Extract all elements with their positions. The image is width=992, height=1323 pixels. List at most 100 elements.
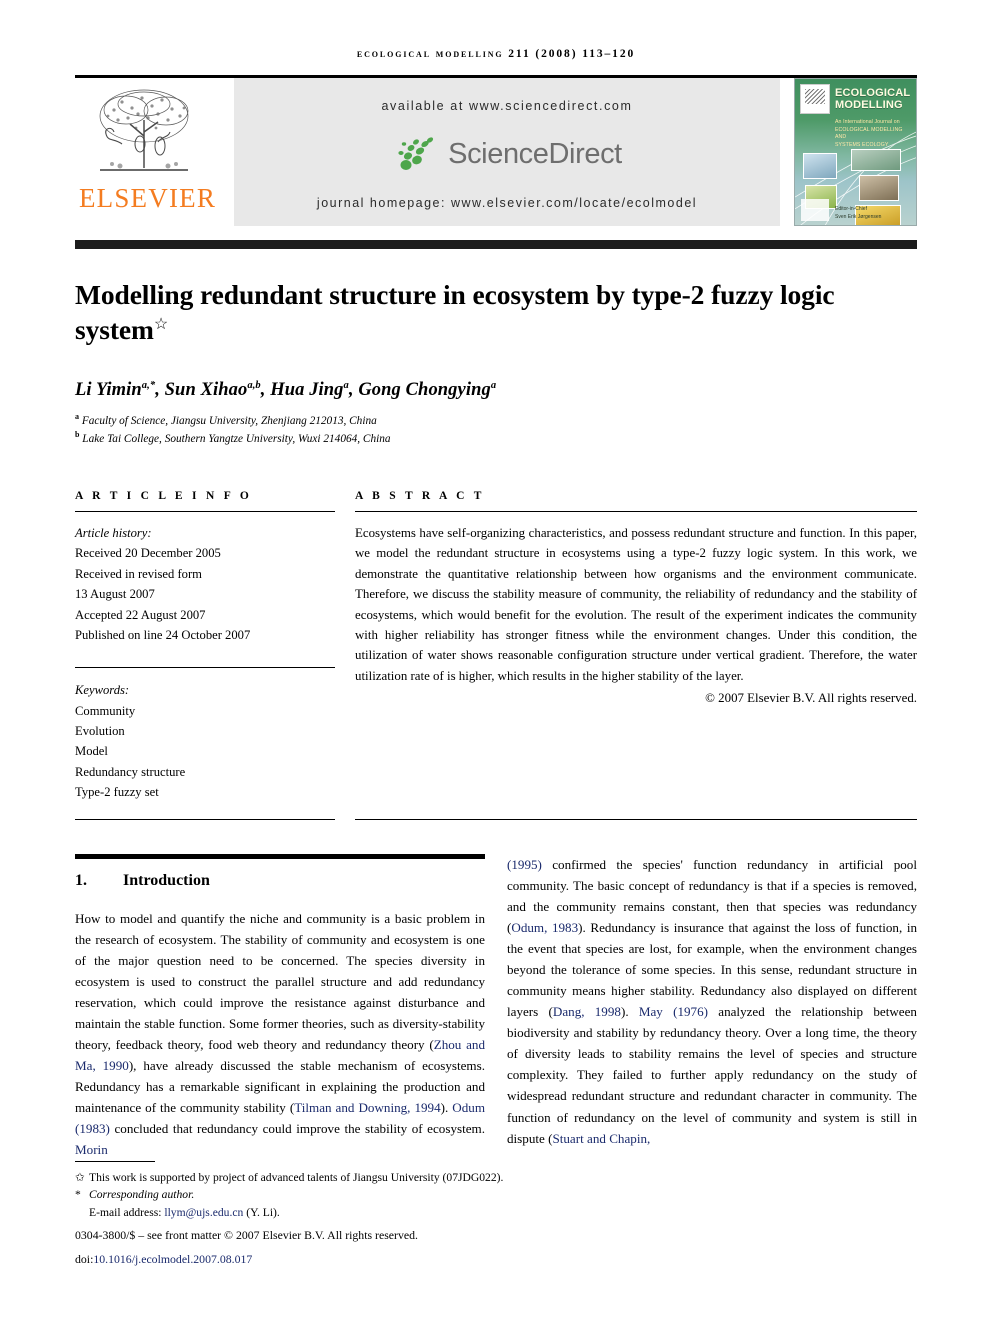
info-closing-rule [75,818,335,820]
footnote-rule [75,1160,155,1162]
keyword-3: Redundancy structure [75,764,186,779]
affiliation-b-text: Lake Tai College, Southern Yangtze Unive… [82,433,391,445]
sciencedirect-wordmark: ScienceDirect [448,138,622,170]
affiliation-a-text: Faculty of Science, Jiangsu University, … [81,414,377,427]
history-item-2: 13 August 2007 [75,587,155,602]
article-history: Article history: Received 20 December 20… [75,523,335,645]
article-info-heading: A R T I C L E I N F O [75,489,253,502]
masthead: ELSEVIER available at www.sciencedirect.… [75,78,917,226]
footnotes-block: ✩ This work is supported by project of ad… [75,1160,503,1268]
sciencedirect-band: available at www.sciencedirect.com Scien… [234,78,780,226]
citation-stuart-chapin[interactable]: Stuart and Chapin, [552,1131,650,1146]
article-info-divider [75,510,335,512]
citation-zhou-ma[interactable]: Zhou and Ma, 1990 [75,1037,485,1073]
keywords-block: Keywords: Community Evolution Model Redu… [75,680,335,802]
page-title: Modelling redundant structure in ecosyst… [75,277,917,347]
cover-editor-label: Editor-in-Chief [835,206,867,212]
affiliation-b: b Lake Tai College, Southern Yangtze Uni… [75,429,917,448]
abstract-text: Ecosystems have self-organizing characte… [355,525,917,683]
citation-may[interactable]: May (1976) [639,1004,708,1019]
footnote-funding-text: This work is supported by project of adv… [89,1170,504,1184]
article-page: Ecological Modelling 211 (2008) 113–120 [0,0,992,1323]
issn-line: 0304-3800/$ – see front matter © 2007 El… [75,1228,418,1243]
keyword-4: Type-2 fuzzy set [75,785,159,800]
history-item-0: Received 20 December 2005 [75,546,221,561]
cover-society-mark [801,199,829,221]
email-link[interactable]: llym@ujs.edu.cn [164,1206,243,1219]
title-text: Modelling redundant structure in ecosyst… [75,279,835,346]
section-heading: 1. Introduction [75,872,485,890]
info-abstract-block: A R T I C L E I N F O Article history: R… [75,490,917,803]
author-3-sup: a [343,380,349,392]
cover-footer: Editor-in-Chief Sven Erik Jørgensen [801,199,910,221]
footnote-corresponding-marker: * [75,1188,81,1202]
author-4: Gong Chongying [358,380,491,401]
elsevier-logo: ELSEVIER [75,78,220,226]
citation-morin-year[interactable]: (1995) [507,857,542,872]
cover-photo-4 [859,175,899,201]
elsevier-wordmark: ELSEVIER [78,183,217,213]
block-closing-rules [75,818,917,820]
cover-photo-2 [851,149,901,171]
abstract-divider [355,510,917,512]
sciencedirect-leaf-icon [398,136,434,170]
history-item-3: Accepted 22 August 2007 [75,607,206,622]
body-left-column: 1. Introduction How to model and quantif… [75,853,486,1161]
keyword-1: Evolution [75,724,125,739]
section-title: Introduction [123,871,210,889]
sciencedirect-logo: ScienceDirect [392,135,622,175]
abstract-closing-rule [355,818,917,820]
email-label: E-mail address: [89,1205,162,1219]
footnote-email: E-mail address: llym@ujs.edu.cn (Y. Li). [75,1204,485,1222]
doi-line: doi:10.1016/j.ecolmodel.2007.08.017 [75,1250,485,1268]
running-head: Ecological Modelling 211 (2008) 113–120 [356,48,636,60]
history-item-1: Received in revised form [75,566,202,581]
title-footnote-marker: ☆ [153,316,169,334]
article-history-label: Article history: [75,525,152,540]
section-rule [75,853,485,859]
footnote-corresponding-text: Corresponding author. [89,1188,195,1202]
affiliation-a-mark: a [75,411,79,421]
journal-cover-image: ECOLOGICAL MODELLING An International Jo… [794,78,917,226]
citation-morin[interactable]: Morin [75,1142,108,1157]
keywords-divider [75,667,335,669]
affiliation-b-mark: b [75,430,80,440]
affiliations: a Faculty of Science, Jiangsu University… [75,411,917,448]
section-number: 1. [75,871,87,889]
body-right-column: (1995) confirmed the species' function r… [507,854,917,1161]
masthead-bottom-rule [75,240,917,249]
intro-paragraph-right: (1995) confirmed the species' function r… [507,856,917,1146]
doi-label: doi: [75,1251,94,1266]
cover-photo-1 [803,153,837,179]
journal-homepage-text: journal homepage: www.elsevier.com/locat… [316,196,698,210]
abstract-copyright: © 2007 Elsevier B.V. All rights reserved… [705,691,917,706]
keyword-0: Community [75,703,136,718]
author-list: Li Yimina,*, Sun Xihaoa,b, Hua Jinga, Go… [75,380,497,401]
author-4-sup: a [490,380,497,392]
affiliation-a: a Faculty of Science, Jiangsu University… [75,411,917,430]
elsevier-tree-icon [99,89,188,171]
abstract-column: A B S T R A C T Ecosystems have self-org… [355,490,917,803]
body-columns: 1. Introduction How to model and quantif… [75,853,917,1161]
keywords-label: Keywords: [75,683,130,698]
author-1-sup: a,* [141,380,156,392]
citation-tilman-downing[interactable]: Tilman and Downing, 1994 [294,1100,440,1115]
author-2: Sun Xihao [164,380,248,401]
abstract-heading: A B S T R A C T [355,489,485,502]
keyword-2: Model [75,744,108,759]
article-info-column: A R T I C L E I N F O Article history: R… [75,490,335,803]
available-at-text: available at www.sciencedirect.com [381,99,633,113]
footnote-corresponding: * Corresponding author. [75,1186,485,1204]
footnote-funding: ✩ This work is supported by project of ad… [75,1169,503,1187]
author-3: Hua Jing [270,380,344,401]
history-item-4: Published on line 24 October 2007 [75,627,251,642]
intro-paragraph-left: How to model and quantify the niche and … [75,910,486,1158]
citation-dang[interactable]: Dang, 1998 [553,1004,621,1019]
citation-odum-1983b[interactable]: Odum, 1983 [511,920,578,935]
cover-editor-name: Sven Erik Jørgensen [835,213,882,220]
author-2-sup: a,b [247,380,261,392]
doi-link[interactable]: 10.1016/j.ecolmodel.2007.08.017 [93,1252,252,1266]
footnote-funding-marker: ✩ [75,1170,85,1184]
email-owner: (Y. Li). [246,1205,280,1219]
author-1: Li Yimin [75,380,142,401]
